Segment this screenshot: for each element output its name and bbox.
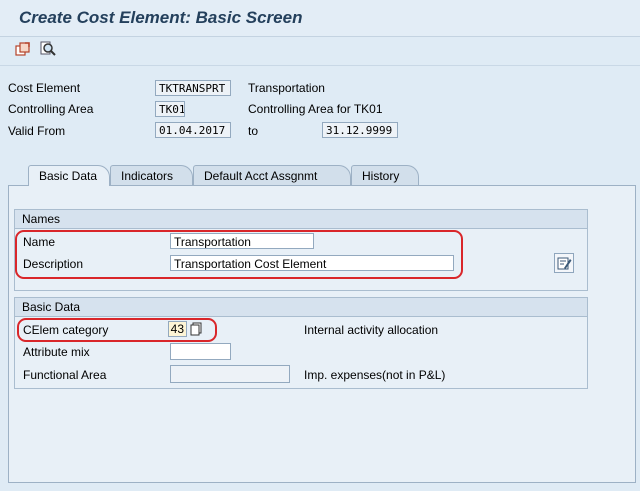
cost-element-description: Transportation — [248, 81, 325, 95]
celem-category-field[interactable]: 43 — [168, 321, 187, 337]
window-title: Create Cost Element: Basic Screen — [19, 8, 303, 27]
application-toolbar — [0, 37, 640, 66]
controlling-area-description: Controlling Area for TK01 — [248, 102, 383, 116]
name-field[interactable]: Transportation — [170, 233, 314, 249]
functional-area-field[interactable] — [170, 365, 290, 383]
tab-history[interactable]: History — [351, 165, 419, 185]
attribute-mix-field[interactable] — [170, 343, 231, 360]
tab-basic-data[interactable]: Basic Data — [28, 165, 110, 186]
names-group-title: Names — [15, 210, 587, 229]
controlling-area-field[interactable]: TK01 — [155, 101, 185, 117]
functional-area-text: Imp. expenses(not in P&L) — [304, 368, 446, 382]
celem-category-text: Internal activity allocation — [304, 323, 439, 337]
description-field[interactable]: Transportation Cost Element — [170, 255, 454, 271]
tab-indicators[interactable]: Indicators — [110, 165, 193, 185]
cost-element-label: Cost Element — [8, 81, 81, 95]
name-label: Name — [23, 235, 56, 249]
display-icon[interactable] — [39, 40, 57, 58]
valid-to-field[interactable]: 31.12.9999 — [322, 122, 398, 138]
title-bar: Create Cost Element: Basic Screen — [0, 0, 640, 37]
edit-long-text-icon[interactable] — [554, 253, 574, 273]
basic-data-group-title: Basic Data — [15, 298, 587, 317]
f4-help-icon[interactable] — [189, 321, 204, 337]
names-group: Names — [14, 209, 588, 291]
tab-default-acct-assgnmt[interactable]: Default Acct Assgnmt — [193, 165, 351, 185]
valid-from-label: Valid From — [8, 124, 66, 138]
functional-area-label: Functional Area — [23, 368, 107, 382]
description-label: Description — [23, 257, 84, 271]
cost-element-field[interactable]: TKTRANSPRT — [155, 80, 231, 96]
celem-category-label: CElem category — [23, 323, 109, 337]
master-data-icon[interactable] — [14, 40, 32, 58]
controlling-area-label: Controlling Area — [8, 102, 94, 116]
valid-to-label: to — [248, 124, 259, 138]
tab-panel: Names Name Transportation Description Tr… — [8, 185, 636, 483]
valid-from-field[interactable]: 01.04.2017 — [155, 122, 231, 138]
attribute-mix-label: Attribute mix — [23, 345, 90, 359]
